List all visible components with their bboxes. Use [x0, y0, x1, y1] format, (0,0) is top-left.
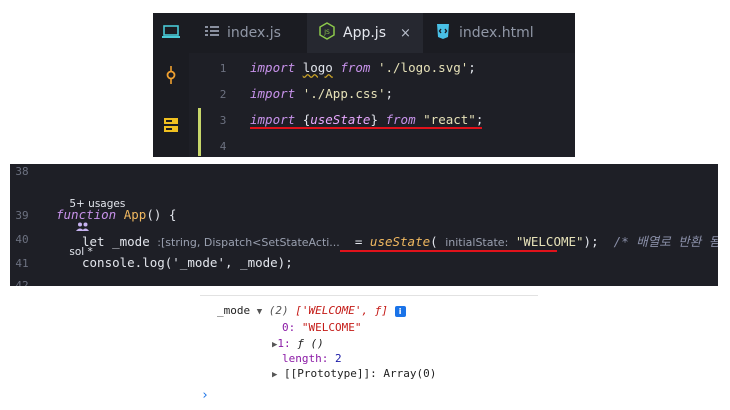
line-number: 40 [15, 233, 29, 246]
list-icon [205, 25, 219, 41]
param-hint: initialState: [445, 236, 509, 249]
laptop-icon[interactable] [161, 22, 181, 42]
type-hint: :[string, Dispatch<SetStateActi... [157, 236, 340, 249]
code-line-3: import {useState} from "react"; [250, 112, 484, 127]
tab-label: App.js [343, 25, 386, 41]
array-prototype[interactable]: ▶ [[Prototype]]: Array(0) [272, 367, 436, 380]
tab-label: index.js [227, 25, 281, 41]
array-length: length: 2 [282, 352, 342, 365]
console-prompt[interactable]: › [201, 388, 209, 403]
line-number: 41 [15, 257, 29, 270]
tab-app-js[interactable]: JS App.js × [307, 13, 423, 53]
code-line-40: let _mode :[string, Dispatch<SetStateAct… [82, 234, 718, 249]
code-line-2: import './App.css'; [250, 86, 394, 101]
modified-line-marker [198, 108, 201, 156]
divider [200, 295, 538, 296]
info-icon[interactable]: i [394, 306, 406, 317]
tab-label: index.html [459, 25, 534, 41]
array-item-1[interactable]: ▶1: ƒ () [272, 337, 324, 350]
line-number: 39 [15, 209, 29, 222]
editor-panel: index.js JS App.js × index.html 1 2 3 4 … [153, 13, 575, 157]
tab-index-html[interactable]: index.html [421, 13, 545, 53]
console-log-line[interactable]: _mode ▼ (2) ['WELCOME', ƒ] i [217, 304, 406, 317]
code-line-1: import logo from './logo.svg'; [250, 60, 476, 75]
console-panel: _mode ▼ (2) ['WELCOME', ƒ] i 0: "WELCOME… [200, 290, 540, 410]
js-file-icon: JS [319, 22, 335, 44]
git-commit-icon[interactable] [161, 65, 181, 85]
activity-bar [153, 13, 189, 157]
database-icon[interactable] [161, 115, 181, 135]
red-underline [340, 250, 557, 252]
line-number: 2 [219, 88, 227, 101]
line-number: 1 [219, 62, 227, 75]
code-area[interactable]: import logo from './logo.svg'; import '.… [250, 53, 575, 157]
tab-bar: index.js JS App.js × index.html [189, 13, 575, 53]
red-underline [250, 127, 482, 129]
code-line-41: console.log('_mode', _mode); [82, 255, 293, 270]
svg-text:JS: JS [323, 29, 330, 36]
close-icon[interactable]: × [400, 26, 411, 41]
code-line-39: function App() { [56, 207, 177, 222]
html-file-icon [435, 23, 451, 43]
line-number: 42 [15, 279, 29, 286]
tab-index-js[interactable]: index.js [197, 13, 305, 53]
line-number: 38 [15, 165, 29, 178]
code-snippet-panel: 38 39 40 41 42 5+ usages sol * function … [10, 164, 718, 286]
array-item-0: 0: "WELCOME" [282, 321, 362, 334]
